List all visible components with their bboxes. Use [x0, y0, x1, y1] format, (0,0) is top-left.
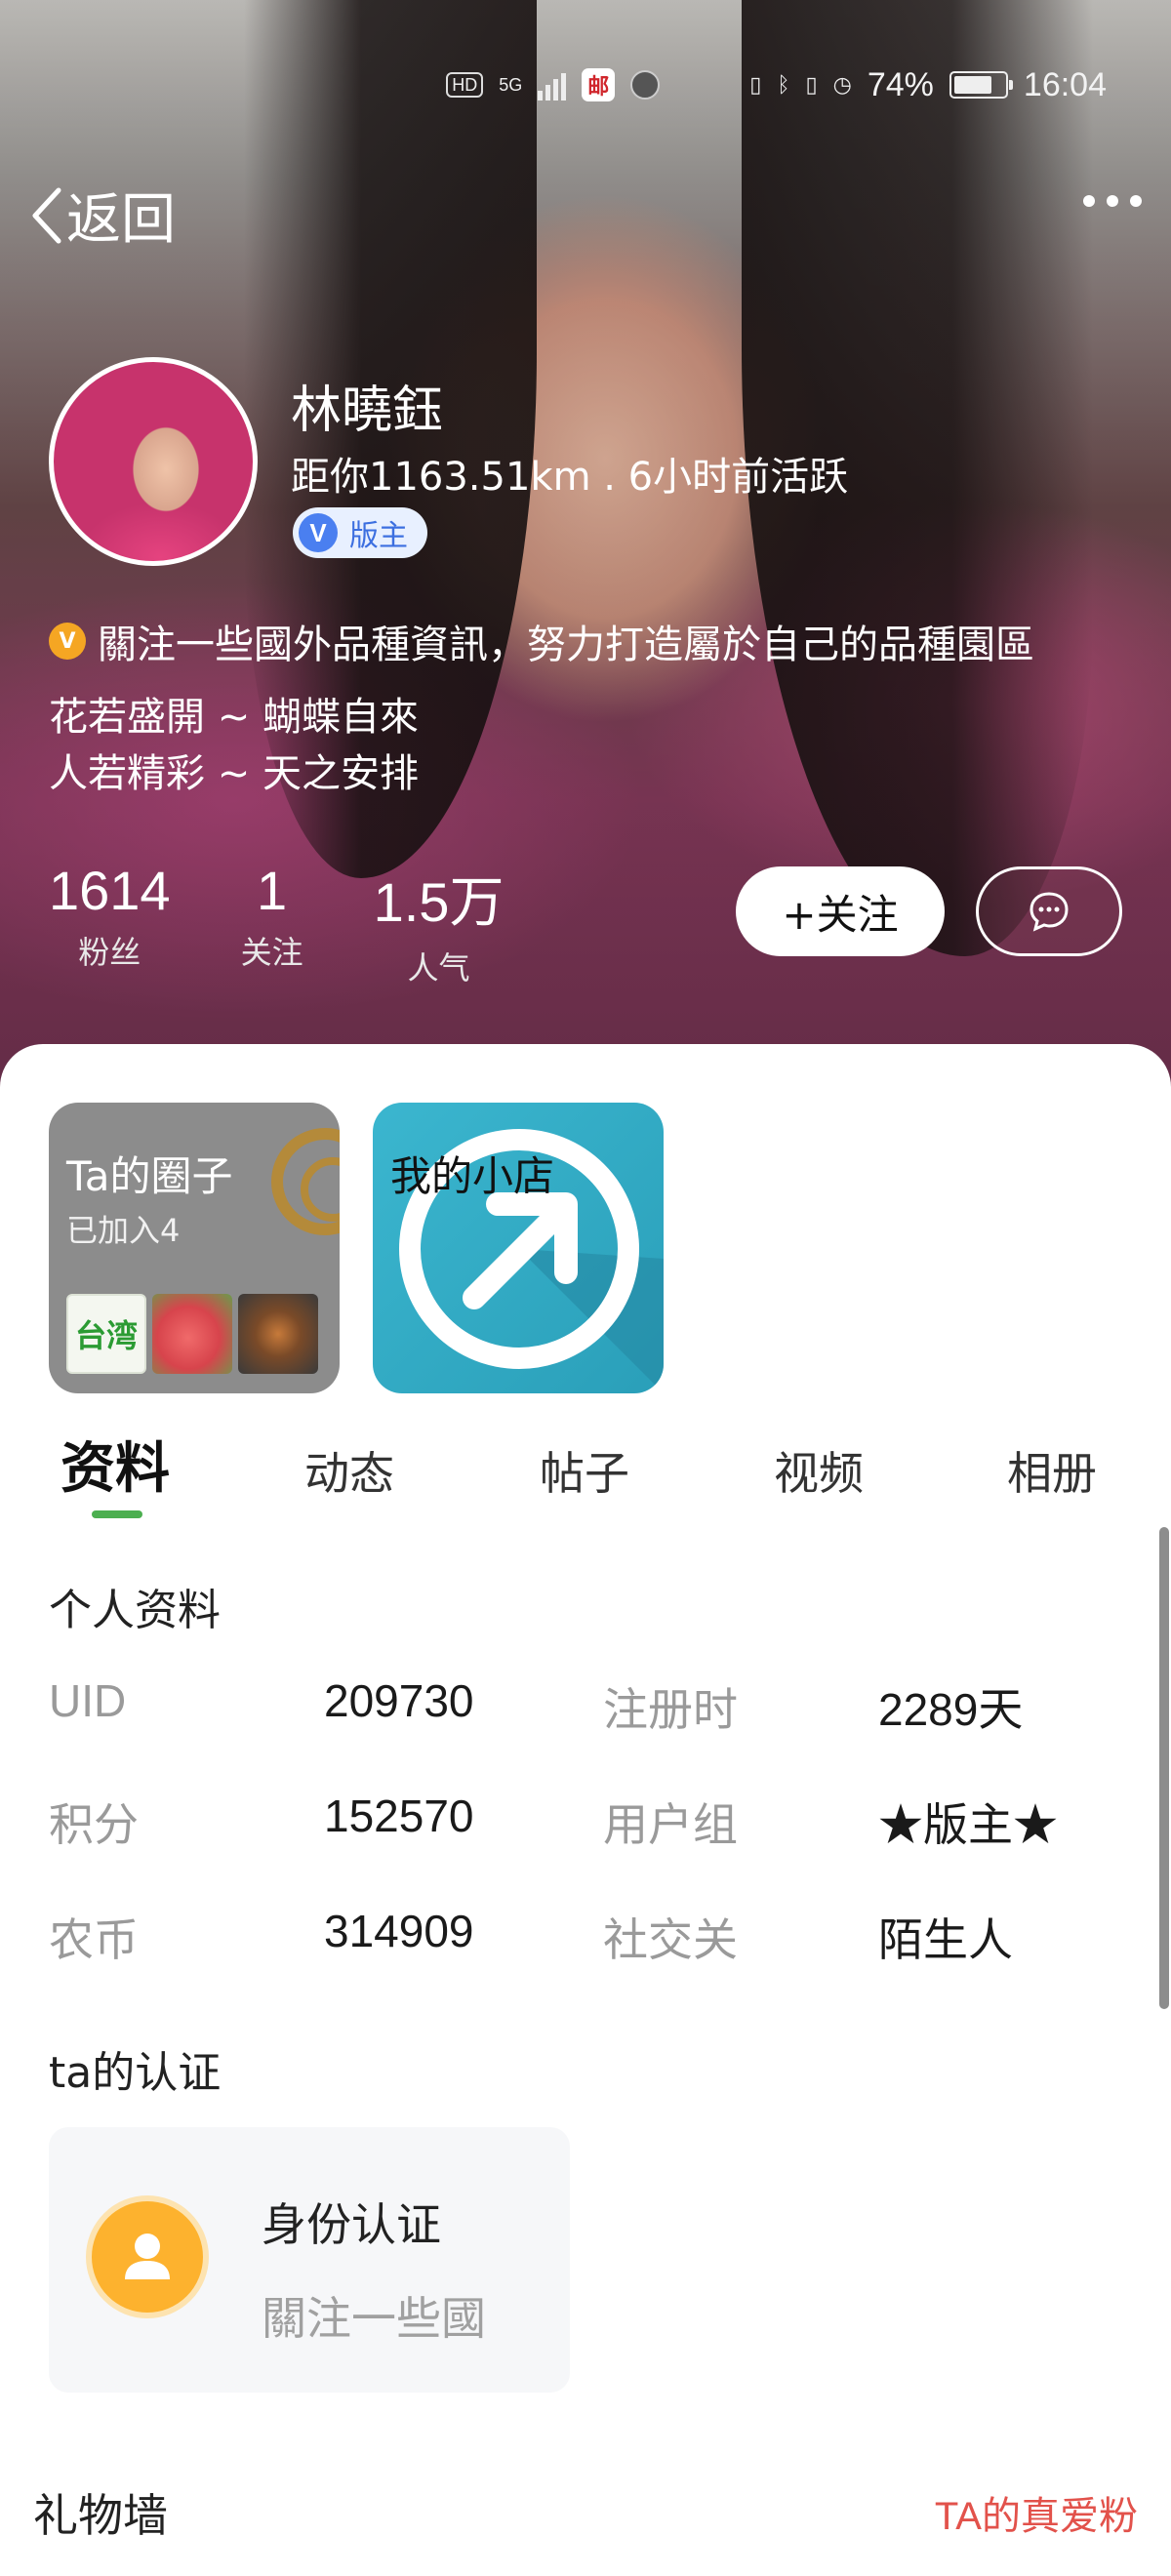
motto: V 關注一些國外品種資訊，努力打造屬於自己的品種園區: [49, 613, 1034, 669]
info-value-points: 152570: [324, 1791, 474, 1841]
signal-icon: [538, 69, 567, 101]
clock: 16:04: [1023, 65, 1107, 103]
follow-button[interactable]: +关注: [736, 866, 945, 956]
certification-card-subtitle: 關注一些國: [262, 2292, 486, 2345]
chat-bubble-icon: [1030, 892, 1069, 932]
motto-text: 關注一些國外品種資訊，努力打造屬於自己的品種園區: [98, 623, 1034, 667]
circle-card-title: Ta的圈子: [66, 1152, 233, 1200]
battery-percent: 74%: [867, 65, 934, 103]
info-label-social: 社交关: [603, 1914, 738, 1965]
globe-app-icon: [630, 70, 661, 100]
back-button[interactable]: 返回: [29, 176, 176, 255]
info-label-registered: 注册时: [603, 1684, 738, 1735]
shop-card-title: 我的小店: [390, 1152, 555, 1200]
bird-thumbnail: [238, 1294, 318, 1374]
stat-following[interactable]: 1 关注: [241, 859, 303, 988]
stats: 1614 粉丝 1 关注 1.5万 人气: [49, 859, 574, 988]
certification-card-title: 身份认证: [262, 2198, 441, 2251]
bio-line: 花若盛開 ~ 蝴蝶自來: [49, 695, 419, 740]
gift-wall-title: 礼物墙: [33, 2489, 168, 2542]
verified-icon: V: [299, 513, 338, 552]
alarm-icon: ◷: [832, 72, 852, 97]
info-label-usergroup: 用户组: [603, 1799, 738, 1850]
active-tab-indicator: [92, 1510, 142, 1518]
circle-card-subtitle: 已加入4: [66, 1212, 181, 1249]
true-fans-link[interactable]: TA的真爱粉: [935, 2484, 1138, 2541]
identity-certification-card[interactable]: 身份认证 關注一些國: [49, 2127, 570, 2393]
tab-album[interactable]: 相册: [1007, 1438, 1097, 1503]
info-value-registered: 2289天: [878, 1684, 1024, 1735]
certified-icon: V: [49, 623, 86, 660]
network-5g-icon: 5G: [499, 74, 523, 95]
shop-card[interactable]: 我的小店: [373, 1103, 664, 1393]
bio: 花若盛開 ~ 蝴蝶自來 人若精彩 ~ 天之安排: [49, 689, 419, 802]
nfc-icon: ▯: [749, 72, 762, 97]
stat-label: 粉丝: [78, 934, 141, 971]
post-app-icon: 邮: [582, 68, 616, 101]
avatar[interactable]: [49, 357, 258, 566]
vibrate-icon: ▯: [805, 72, 818, 97]
stat-value: 1614: [49, 860, 171, 921]
badge-label: 版主: [349, 519, 408, 553]
stat-popularity[interactable]: 1.5万 人气: [374, 859, 505, 988]
personal-info-title: 个人资料: [49, 1586, 221, 1635]
info-label-points: 积分: [49, 1799, 139, 1850]
stat-label: 人气: [407, 949, 470, 986]
tab-posts[interactable]: 帖子: [540, 1438, 629, 1503]
distance-activity: 距你1163.51km . 6小时前活跃: [291, 455, 849, 500]
info-label-uid: UID: [49, 1675, 127, 1726]
info-value-social: 陌生人: [878, 1914, 1013, 1965]
stat-label: 关注: [240, 934, 303, 971]
circle-card[interactable]: Ta的圈子 已加入4 台湾: [49, 1103, 340, 1393]
apple-thumbnail: [152, 1294, 232, 1374]
tab-videos[interactable]: 视频: [774, 1438, 864, 1503]
info-value-uid: 209730: [324, 1675, 474, 1726]
stat-fans[interactable]: 1614 粉丝: [49, 859, 171, 988]
info-value-coins: 314909: [324, 1906, 474, 1956]
bluetooth-icon: ᛒ: [777, 72, 790, 97]
battery-icon: [949, 71, 1013, 99]
message-button[interactable]: [976, 866, 1122, 956]
stat-value: 1: [257, 860, 288, 921]
more-options-button[interactable]: [1083, 195, 1142, 207]
tab-activity[interactable]: 动态: [304, 1438, 394, 1503]
more-dots-icon: [1083, 195, 1095, 207]
certification-title: ta的认证: [49, 2048, 222, 2098]
taiwan-thumbnail: 台湾: [66, 1294, 146, 1374]
circle-thumbnails: 台湾: [66, 1294, 318, 1374]
ring-icon: [271, 1128, 340, 1235]
person-icon: [86, 2195, 209, 2318]
user-name: 林曉鈺: [291, 382, 444, 440]
stat-value: 1.5万: [373, 871, 505, 933]
status-bar: HD 5G 邮 ▯ ᛒ ▯ ◷ 74% 16:04: [446, 60, 1107, 109]
hd-icon: HD: [446, 72, 484, 98]
scrollbar[interactable]: [1159, 1527, 1169, 2009]
profile-tabs: 资料 动态 帖子 视频 相册: [0, 1425, 1171, 1522]
back-label: 返回: [66, 188, 176, 252]
tab-profile[interactable]: 资料: [61, 1425, 170, 1504]
info-value-usergroup: ★版主★: [878, 1799, 1058, 1850]
bio-line: 人若精彩 ~ 天之安排: [49, 751, 419, 796]
chevron-left-icon: [32, 187, 61, 243]
info-label-coins: 农币: [49, 1914, 139, 1965]
moderator-badge[interactable]: V 版主: [293, 507, 427, 558]
